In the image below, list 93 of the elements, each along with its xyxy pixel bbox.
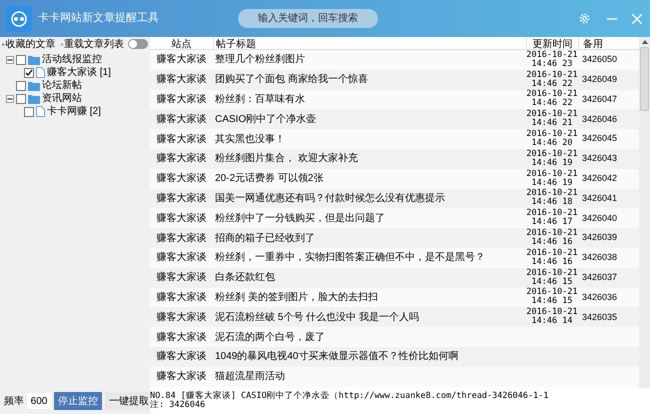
time-text: 14:46 21 [532,119,572,128]
column-header[interactable]: 更新时间 [526,37,578,49]
date-text: 2016-10-21 [526,170,578,179]
tree-item[interactable]: 赚客大家谈 [1] [47,65,111,80]
table-cell-text: 赚客大家谈 [156,212,208,226]
table-cell-text: 国美一网通优惠还有吗？付款时候怎么没有优惠提示 [214,192,446,206]
table-cell-text: 赚客大家谈 [156,52,208,68]
detail-text: 注: 3426046 [150,401,206,410]
time-text: 14:46 16 [532,238,572,248]
table-cell-text: 泥石流的两个白号，废了 [214,330,326,345]
table-cell: 3426040 [582,212,618,223]
table-cell-text: 赚客大家谈 [156,310,208,325]
table-cell-text: 粉丝刹中了一分钱购买，但是出问题了 [214,212,386,226]
date-text: 2016-10-21 [526,70,578,80]
table-cell-text: 赚客大家谈 [156,172,208,186]
time-text: 14:46 23 [532,60,572,69]
table-cell-text: 1049的暴风电视40寸买来做显示器值不？性价比如何啊 [214,350,460,364]
date-text: 2016-10-21 [526,150,578,159]
table-cell-text: 白条还款红包 [214,271,276,286]
table-cell: 3426046 [582,114,618,124]
time-text: 14:46 18 [532,198,572,208]
column-header[interactable]: 帖子标题 [213,37,526,49]
table-cell-text: 赚客大家谈 [156,92,208,107]
table-cell-text: 赚客大家谈 [156,250,208,266]
reload-link[interactable]: 重载文章列表 [64,36,124,52]
date-text: 2016-10-21 [526,288,578,298]
table-cell: 3426036 [582,292,618,302]
table-cell: 3426035 [582,312,618,322]
table-cell: 3426047 [582,94,618,104]
table-cell: 3426038 [582,252,618,262]
stop-button[interactable]: 停止监控 [54,392,102,410]
table-cell-text: 粉丝刹图片集合， 欢迎大家补充 [214,152,359,166]
date-text: 2016-10-21 [526,248,578,258]
date-text: 2016-10-21 [526,110,578,120]
date-text: 2016-10-21 [526,209,578,218]
tree-item[interactable]: 论坛新帖 [42,78,82,93]
date-text: 2016-10-21 [526,308,578,318]
time-text: 14:46 15 [532,297,572,306]
table-cell-text: 赚客大家谈 [156,112,208,127]
table-cell-text: 粉丝刹 美的签到图片，脸大的去扫扫 [214,290,379,305]
date-text: 2016-10-21 [526,229,578,238]
table-cell-text: 其实黑也没事！ [214,132,286,147]
table-cell: 3426041 [582,192,618,203]
time-text: 14:46 22 [532,80,572,89]
table-cell-text: 赚客大家谈 [156,290,208,305]
table-cell: 3426037 [582,272,618,282]
detail-text: NO.84 [赚客大家谈] CASIO刚中了个净水壶（http://www.zuanke8.com/thread-3426046-1-1 [150,392,550,401]
table-cell: 3426039 [582,232,618,242]
tree-item[interactable]: 活动线报监控 [42,52,102,67]
table-cell-text: 赚客大家谈 [156,72,208,88]
table-cell-text: 泥石流粉丝破 5个号 什么也没中 我是一个人吗 [214,310,420,325]
date-text: 2016-10-21 [526,268,578,278]
table-cell-text: CASIO刚中了个净水壶 [214,112,318,127]
search-field[interactable]: 输入关键词，回车搜索 [238,9,378,28]
table-cell: 3426042 [582,172,618,183]
table-cell-text: 赚客大家谈 [156,232,208,246]
tree-item[interactable]: 卡卡网赚 [2] [47,104,101,119]
table-cell-text: 赚客大家谈 [156,132,208,147]
frequency-field[interactable]: 600 [27,393,51,409]
time-text: 14:46 19 [532,178,572,188]
date-text: 2016-10-21 [526,90,578,100]
table-cell: 3426050 [582,54,618,64]
table-cell-text: 粉丝刹：百草味有水 [214,92,306,107]
table-cell-text: 赚客大家谈 [156,350,208,364]
table-cell: 3426049 [582,74,618,84]
table-cell-text: 团购买了个面包 商家给我一个惊喜 [214,72,369,88]
date-text: 2016-10-21 [526,189,578,198]
table-cell-text: 赚客大家谈 [156,270,208,286]
table-cell: 3426043 [582,153,618,164]
time-text: 14:46 20 [532,139,572,148]
date-text: 2016-10-21 [526,130,578,140]
time-text: 14:46 22 [532,99,572,108]
date-text: 2016-10-21 [526,50,578,60]
time-text: 14:46 16 [532,258,572,267]
table-cell-text: 猫超流星雨活动 [214,370,286,384]
time-text: 14:46 17 [532,218,572,228]
table-cell-text: 20-2元话费券 可以领2张 [214,172,324,186]
table-cell-text: 赚客大家谈 [156,192,208,206]
table-cell-text: 赚客大家谈 [156,330,208,345]
time-text: 14:46 14 [532,317,572,326]
table-cell-text: 赚客大家谈 [156,370,208,384]
table-cell-text: 招商的箱子已经收到了 [214,232,316,246]
time-text: 14:46 15 [532,278,572,287]
tree-item[interactable]: 资讯网站 [42,91,82,106]
frequency-label: 频率 [4,394,24,408]
table-cell-text: 粉丝刹，一重券中，实物扫图答案正确但不中，是不是黑号？ [214,250,486,266]
window-title: 卡卡网站新文章提醒工具 [38,10,160,26]
favorites-link[interactable]: 收藏的文章 [6,36,56,52]
table-cell-text: 整理几个粉丝刹图片 [214,52,306,68]
table-cell: 3426045 [582,133,618,144]
table-cell-text: 赚客大家谈 [156,152,208,166]
column-header[interactable]: 站点 [150,37,213,49]
time-text: 14:46 19 [532,158,572,168]
